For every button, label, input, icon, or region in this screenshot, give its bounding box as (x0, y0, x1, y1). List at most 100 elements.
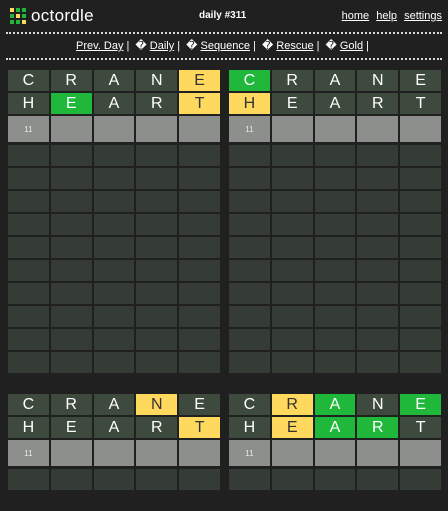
empty-tile (50, 168, 92, 189)
guess-tile: H (8, 93, 49, 114)
empty-tile (314, 168, 356, 189)
guess-tile: C (229, 70, 270, 91)
logo-square (10, 20, 14, 24)
guess-tile: A (314, 70, 356, 91)
next-guess-tile (50, 440, 92, 466)
logo-square (16, 20, 20, 24)
empty-tile (93, 306, 135, 327)
empty-tile (229, 469, 270, 490)
empty-tile (8, 145, 49, 166)
next-guess-tile: 11 (8, 116, 49, 142)
next-guess-tile (179, 116, 220, 142)
empty-tile (314, 469, 356, 490)
guess-tile: E (271, 93, 313, 114)
empty-tile (136, 352, 178, 373)
guess-tile: H (229, 93, 270, 114)
board-row (8, 145, 220, 166)
next-guess-tile (400, 116, 441, 142)
help-link[interactable]: help (376, 10, 397, 22)
next-guess-tile (136, 440, 178, 466)
empty-tile (93, 237, 135, 258)
gold-mode-icon: � (325, 40, 337, 52)
empty-tile (93, 469, 135, 490)
guess-tile: C (8, 70, 49, 91)
empty-tile (136, 168, 178, 189)
board-row: 11 (229, 440, 441, 466)
logo-square (16, 14, 20, 18)
empty-tile (314, 283, 356, 304)
home-link[interactable]: home (342, 10, 370, 22)
empty-tile (400, 145, 441, 166)
board-row (8, 214, 220, 235)
guess-tile: A (314, 93, 356, 114)
empty-tile (357, 469, 399, 490)
rescue-mode-link[interactable]: Rescue (276, 40, 313, 52)
empty-tile (229, 260, 270, 281)
logo-text: octordle (31, 6, 94, 25)
settings-link[interactable]: settings (404, 10, 442, 22)
gold-mode-link[interactable]: Gold (340, 40, 363, 52)
board-row: 11 (8, 440, 220, 466)
empty-tile (136, 260, 178, 281)
guess-tile: E (179, 394, 220, 415)
next-guess-tile (50, 116, 92, 142)
board-row (229, 283, 441, 304)
empty-tile (271, 191, 313, 212)
empty-tile (357, 191, 399, 212)
board-row (229, 352, 441, 373)
empty-tile (93, 260, 135, 281)
guess-tile: R (50, 394, 92, 415)
logo[interactable]: octordle (10, 6, 94, 26)
guess-tile: A (93, 394, 135, 415)
empty-tile (400, 168, 441, 189)
empty-tile (400, 214, 441, 235)
empty-tile (50, 283, 92, 304)
logo-square (22, 20, 26, 24)
guess-tile: E (50, 417, 92, 438)
empty-tile (136, 306, 178, 327)
next-guess-tile (314, 440, 356, 466)
next-guess-tile (93, 440, 135, 466)
empty-tile (93, 283, 135, 304)
board-row: 11 (229, 116, 441, 142)
empty-tile (271, 306, 313, 327)
guess-tile: T (400, 93, 441, 114)
guess-tile: R (50, 70, 92, 91)
empty-tile (400, 329, 441, 350)
guess-tile: R (357, 417, 399, 438)
next-guess-tile (357, 440, 399, 466)
empty-tile (179, 145, 220, 166)
empty-tile (179, 168, 220, 189)
guess-tile: H (8, 417, 49, 438)
board-row (229, 237, 441, 258)
next-guess-tile (400, 440, 441, 466)
empty-tile (136, 191, 178, 212)
empty-tile (271, 214, 313, 235)
guess-tile: R (271, 70, 313, 91)
prev-day-link[interactable]: Prev. Day (76, 40, 123, 52)
empty-tile (8, 168, 49, 189)
empty-tile (229, 283, 270, 304)
next-guess-tile: 11 (229, 116, 270, 142)
mode-links: Prev. Day | � Daily | � Sequence | � Rescue… (76, 40, 369, 52)
sequence-mode-link[interactable]: Sequence (200, 40, 250, 52)
empty-tile (93, 168, 135, 189)
empty-tile (179, 283, 220, 304)
board-row (229, 191, 441, 212)
guess-tile: E (400, 70, 441, 91)
empty-tile (229, 306, 270, 327)
guess-tile: E (179, 70, 220, 91)
next-guess-tile (136, 116, 178, 142)
empty-tile (93, 329, 135, 350)
daily-mode-link[interactable]: Daily (150, 40, 174, 52)
board-1: C R A N E H E A R T 11 (8, 70, 220, 375)
empty-tile (271, 469, 313, 490)
board-row (8, 191, 220, 212)
guess-tile: A (314, 394, 356, 415)
sequence-mode-icon: � (186, 40, 198, 52)
empty-tile (50, 260, 92, 281)
guess-tile: A (93, 93, 135, 114)
empty-tile (357, 260, 399, 281)
next-guess-tile (179, 440, 220, 466)
empty-tile (93, 191, 135, 212)
